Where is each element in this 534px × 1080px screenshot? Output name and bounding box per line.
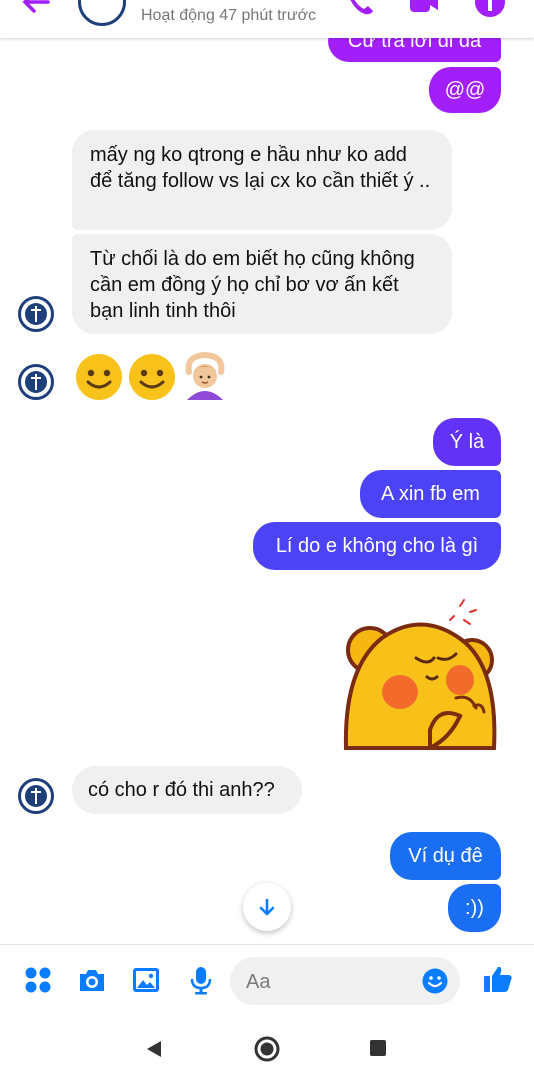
system-home-icon[interactable]: [254, 1036, 280, 1062]
info-icon[interactable]: [474, 0, 506, 18]
medical-logo-icon: [25, 785, 47, 807]
microphone-icon[interactable]: [186, 965, 216, 995]
contact-avatar[interactable]: [18, 364, 54, 400]
contact-avatar[interactable]: [18, 778, 54, 814]
system-back-icon[interactable]: [145, 1040, 163, 1058]
message-composer: Aa: [0, 944, 534, 1018]
message-outgoing[interactable]: Ý là: [433, 418, 501, 466]
message-outgoing[interactable]: Ví dụ đê: [390, 832, 501, 880]
chat-header: Hoạt động 47 phút trước: [0, 0, 534, 38]
message-input-placeholder: Aa: [246, 971, 271, 993]
sticker-image[interactable]: [342, 598, 502, 750]
gallery-icon[interactable]: [131, 965, 161, 995]
message-outgoing[interactable]: :)): [448, 884, 501, 932]
message-outgoing[interactable]: A xin fb em: [360, 470, 501, 518]
scroll-to-bottom-button[interactable]: [243, 883, 291, 931]
system-navigation-bar: [0, 1018, 534, 1080]
contact-avatar[interactable]: [78, 0, 126, 26]
phone-icon[interactable]: [344, 0, 376, 18]
message-incoming[interactable]: có cho r đó thi anh??: [72, 766, 302, 814]
system-recents-icon[interactable]: [370, 1040, 386, 1056]
video-camera-icon[interactable]: [408, 0, 440, 18]
active-status: Hoạt động 47 phút trước: [141, 7, 317, 24]
message-incoming[interactable]: Từ chối là do em biết họ cũng không cần …: [72, 234, 452, 334]
chevron-down-icon: [259, 898, 275, 916]
message-outgoing[interactable]: @@: [429, 67, 501, 113]
person-gesturing-ok-icon[interactable]: [180, 350, 230, 400]
message-outgoing[interactable]: Lí do e không cho là gì: [253, 522, 501, 570]
contact-avatar[interactable]: [18, 296, 54, 332]
thumbs-up-icon[interactable]: [482, 963, 514, 995]
menu-dots-icon[interactable]: [23, 965, 53, 995]
message-input[interactable]: Aa: [230, 957, 460, 1005]
medical-logo-icon: [25, 371, 47, 393]
camera-icon[interactable]: [77, 965, 107, 995]
emoji-icon[interactable]: [422, 968, 448, 994]
message-incoming[interactable]: mấy ng ko qtrong e hầu như ko add để tăn…: [72, 130, 452, 230]
smiling-face-icon[interactable]: [74, 352, 124, 402]
smiling-face-icon[interactable]: [127, 352, 177, 402]
medical-logo-icon: [25, 303, 47, 325]
back-arrow-icon[interactable]: [22, 0, 50, 16]
